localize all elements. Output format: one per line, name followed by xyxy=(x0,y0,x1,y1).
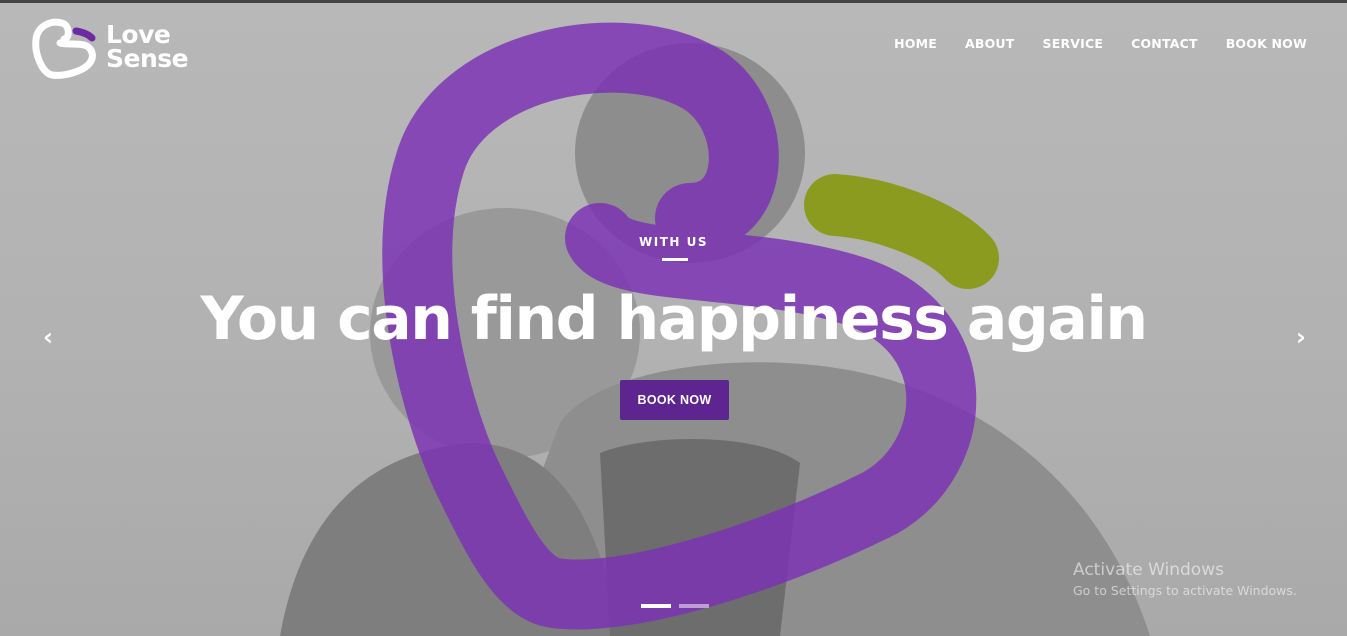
hero-eyebrow: WITH US xyxy=(639,235,708,249)
brand-name-line2: Sense xyxy=(106,44,189,73)
book-now-button[interactable]: BOOK NOW xyxy=(620,380,729,420)
nav-book-now[interactable]: BOOK NOW xyxy=(1226,36,1307,51)
nav-contact[interactable]: CONTACT xyxy=(1131,36,1198,51)
slide-indicators xyxy=(641,604,709,608)
watermark-title: Activate Windows xyxy=(1073,560,1224,580)
chevron-right-icon[interactable]: › xyxy=(1291,325,1311,349)
green-arc-shape xyxy=(804,174,999,289)
hero-headline: You can find happiness again xyxy=(200,284,1148,354)
slide-indicator-1[interactable] xyxy=(641,604,671,608)
watermark-subtitle: Go to Settings to activate Windows. xyxy=(1073,583,1297,598)
brand-name: Love Sense xyxy=(106,22,189,73)
nav-about[interactable]: ABOUT xyxy=(965,36,1015,51)
hero-slider: Love Sense HOME ABOUT SERVICE CONTACT BO… xyxy=(0,3,1347,636)
nav-home[interactable]: HOME xyxy=(894,36,937,51)
eyebrow-divider xyxy=(662,258,688,261)
slide-indicator-2[interactable] xyxy=(679,604,709,608)
main-nav: HOME ABOUT SERVICE CONTACT BOOK NOW xyxy=(894,36,1307,51)
windows-activation-watermark: Activate Windows Go to Settings to activ… xyxy=(1073,560,1297,598)
brand-logo[interactable]: Love Sense xyxy=(30,13,189,81)
heart-s-logo-icon xyxy=(32,18,96,79)
chevron-left-icon[interactable]: ‹ xyxy=(38,325,58,349)
nav-service[interactable]: SERVICE xyxy=(1043,36,1104,51)
